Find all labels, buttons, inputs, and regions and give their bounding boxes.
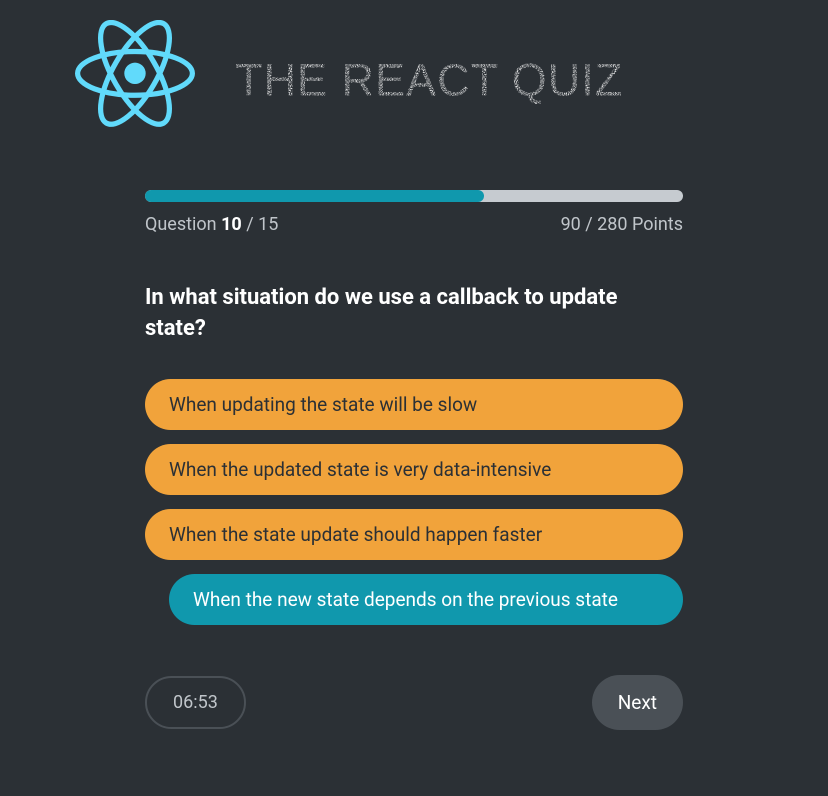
options-list: When updating the state will be slow When…: [145, 379, 683, 625]
react-logo-icon: [75, 20, 195, 140]
total-questions: 15: [258, 214, 278, 235]
points-suffix: Points: [632, 214, 683, 235]
question-text: In what situation do we use a callback t…: [145, 283, 683, 345]
points-counter: 90 / 280 Points: [561, 214, 683, 235]
progress-bar: [145, 190, 683, 202]
max-points: 280: [597, 214, 627, 235]
answer-option-2[interactable]: When the state update should happen fast…: [145, 509, 683, 560]
progress-info: Question 10 / 15 90 / 280 Points: [145, 214, 683, 235]
current-points: 90: [561, 214, 581, 235]
next-button[interactable]: Next: [592, 675, 683, 730]
answer-option-3[interactable]: When the new state depends on the previo…: [169, 574, 683, 625]
answer-option-0[interactable]: When updating the state will be slow: [145, 379, 683, 430]
app-header: THE REACT QUIZ: [0, 0, 828, 160]
page-title: THE REACT QUIZ: [235, 51, 753, 109]
current-question-number: 10: [221, 214, 242, 235]
progress-section: Question 10 / 15 90 / 280 Points: [145, 190, 683, 235]
question-label: Question: [145, 214, 217, 235]
question-counter: Question 10 / 15: [145, 214, 278, 235]
timer: 06:53: [145, 676, 246, 729]
answer-option-1[interactable]: When the updated state is very data-inte…: [145, 444, 683, 495]
svg-text:THE REACT QUIZ: THE REACT QUIZ: [235, 54, 623, 105]
progress-fill: [145, 190, 484, 202]
quiz-main: Question 10 / 15 90 / 280 Points In what…: [0, 160, 828, 730]
quiz-footer: 06:53 Next: [145, 675, 683, 730]
